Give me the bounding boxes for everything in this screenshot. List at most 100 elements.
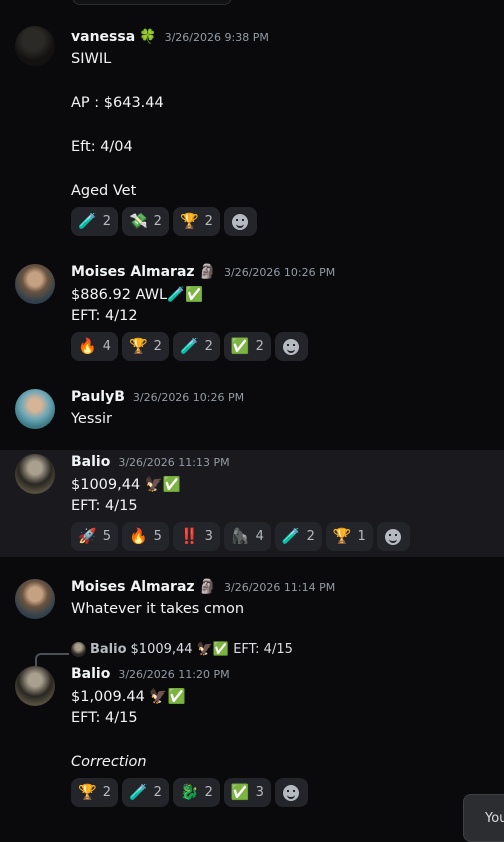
message-line: AP : $643.44 xyxy=(71,95,164,111)
reaction-chip[interactable]: 🏆 2 xyxy=(172,207,220,236)
timestamp: 3/26/2026 11:20 PM xyxy=(118,667,230,681)
message-line: SIWIL xyxy=(71,51,112,67)
author-name[interactable]: Balio xyxy=(71,666,110,682)
smiley-icon xyxy=(232,213,249,230)
reaction-bar: 🧪 2 💸 2 🏆 2 xyxy=(71,207,257,236)
message-header: Balio 3/26/2026 11:20 PM xyxy=(71,666,230,682)
reaction-chip[interactable]: 🐉 2 xyxy=(172,778,220,807)
author-name[interactable]: Moises Almaraz xyxy=(71,579,195,595)
reaction-count: 2 xyxy=(204,785,213,800)
reaction-count: 2 xyxy=(153,339,162,354)
author-name[interactable]: vanessa xyxy=(71,29,135,45)
timestamp: 3/26/2026 9:38 PM xyxy=(164,30,269,44)
message-header: Moises Almaraz 🗿 3/26/2026 11:14 PM xyxy=(71,579,335,595)
timestamp: 3/26/2026 10:26 PM xyxy=(224,265,336,279)
reaction-count: 5 xyxy=(153,529,162,544)
message-line: Whatever it takes cmon xyxy=(71,601,245,617)
reaction-count: 4 xyxy=(255,529,264,544)
reaction-bar: 🏆 2 🧪 2 🐉 2 ✅ 3 xyxy=(71,778,308,807)
reaction-count: 2 xyxy=(102,214,111,229)
add-reaction-button[interactable] xyxy=(274,332,308,361)
jump-bar-edge xyxy=(72,0,232,5)
reply-reference[interactable]: Balio $1009,44 🦅✅ EFT: 4/15 xyxy=(71,642,293,657)
message-header: Balio 3/26/2026 11:13 PM xyxy=(71,454,230,470)
reaction-chip[interactable]: 🧪 2 xyxy=(71,207,118,236)
reaction-chip[interactable]: 🦍 4 xyxy=(223,522,271,551)
test-tube-icon: 🧪 xyxy=(179,337,199,355)
reply-author: Balio xyxy=(90,642,127,657)
rocket-icon: 🚀 xyxy=(78,527,97,545)
reaction-count: 2 xyxy=(102,785,111,800)
reaction-count: 2 xyxy=(153,785,162,800)
reaction-count: 5 xyxy=(102,529,111,544)
reaction-bar: 🔥 4 🏆 2 🧪 2 ✅ 2 xyxy=(71,332,308,361)
reaction-count: 1 xyxy=(357,529,366,544)
message-line: EFT: 4/15 xyxy=(71,710,138,726)
avatar[interactable] xyxy=(15,389,55,429)
money-wings-icon: 💸 xyxy=(128,212,148,230)
reaction-chip[interactable]: ✅ 2 xyxy=(223,332,271,361)
reaction-chip[interactable]: 🧪 2 xyxy=(121,778,169,807)
reaction-chip[interactable]: 💸 2 xyxy=(121,207,169,236)
reaction-chip[interactable]: 🏆 2 xyxy=(71,778,118,807)
message-line: EFT: 4/12 xyxy=(71,308,138,324)
reaction-bar: 🚀 5 🔥 5 ‼️ 3 🦍 4 🧪 2 🏆 1 xyxy=(71,522,410,551)
reaction-count: 4 xyxy=(102,339,111,354)
reply-connector xyxy=(35,653,69,667)
fire-icon: 🔥 xyxy=(128,527,148,545)
reply-preview: $1009,44 🦅✅ EFT: 4/15 xyxy=(130,642,293,657)
tooltip: You xyxy=(463,794,504,842)
timestamp: 3/26/2026 10:26 PM xyxy=(132,390,245,404)
trophy-icon: 🏆 xyxy=(179,212,199,230)
message-header: PaulyB 3/26/2026 10:26 PM xyxy=(71,389,244,405)
reaction-count: 2 xyxy=(306,529,315,544)
avatar[interactable] xyxy=(15,666,55,706)
trophy-icon: 🏆 xyxy=(78,783,97,801)
add-reaction-button[interactable] xyxy=(223,207,257,236)
message-line: $1,009.44 🦅✅ xyxy=(71,689,186,705)
message-line: $886.92 AWL🧪✅ xyxy=(71,287,204,303)
fire-icon: 🔥 xyxy=(78,337,97,355)
message-line: Yessir xyxy=(71,411,112,427)
reaction-chip[interactable]: ✅ 3 xyxy=(223,778,271,807)
add-reaction-button[interactable] xyxy=(376,522,410,551)
avatar[interactable] xyxy=(15,579,55,619)
message-line: $1009,44 🦅✅ xyxy=(71,477,181,493)
message-line: Correction xyxy=(71,754,147,770)
reaction-chip[interactable]: 🔥 4 xyxy=(71,332,118,361)
timestamp: 3/26/2026 11:13 PM xyxy=(118,455,230,469)
check-mark-icon: ✅ xyxy=(230,783,250,801)
message-line: Aged Vet xyxy=(71,183,137,199)
reaction-chip[interactable]: 🧪 2 xyxy=(172,332,220,361)
reaction-count: 2 xyxy=(255,339,264,354)
reaction-chip[interactable]: ‼️ 3 xyxy=(172,522,220,551)
message-header: vanessa 🍀 3/26/2026 9:38 PM xyxy=(71,29,269,45)
add-reaction-button[interactable] xyxy=(274,778,308,807)
reply-avatar xyxy=(71,642,86,657)
avatar[interactable] xyxy=(15,454,55,494)
test-tube-icon: 🧪 xyxy=(78,212,97,230)
author-name[interactable]: PaulyB xyxy=(71,389,125,405)
clover-badge-icon: 🍀 xyxy=(139,29,157,45)
reaction-chip[interactable]: 🏆 2 xyxy=(121,332,169,361)
check-mark-icon: ✅ xyxy=(230,337,250,355)
author-name[interactable]: Balio xyxy=(71,454,110,470)
moai-badge-icon: 🗿 xyxy=(198,264,216,280)
timestamp: 3/26/2026 11:14 PM xyxy=(224,580,336,594)
reaction-chip[interactable]: 🏆 1 xyxy=(325,522,373,551)
message-line: EFT: 4/15 xyxy=(71,498,138,514)
reaction-chip[interactable]: 🚀 5 xyxy=(71,522,118,551)
reaction-chip[interactable]: 🧪 2 xyxy=(274,522,322,551)
reaction-chip[interactable]: 🔥 5 xyxy=(121,522,169,551)
smiley-icon xyxy=(385,528,402,545)
test-tube-icon: 🧪 xyxy=(128,783,148,801)
moai-badge-icon: 🗿 xyxy=(198,579,216,595)
dragon-icon: 🐉 xyxy=(179,783,199,801)
author-name[interactable]: Moises Almaraz xyxy=(71,264,195,280)
reaction-count: 2 xyxy=(204,339,213,354)
message-header: Moises Almaraz 🗿 3/26/2026 10:26 PM xyxy=(71,264,335,280)
avatar[interactable] xyxy=(15,264,55,304)
avatar[interactable] xyxy=(15,26,55,66)
reaction-count: 3 xyxy=(255,785,264,800)
double-exclamation-icon: ‼️ xyxy=(179,527,199,545)
